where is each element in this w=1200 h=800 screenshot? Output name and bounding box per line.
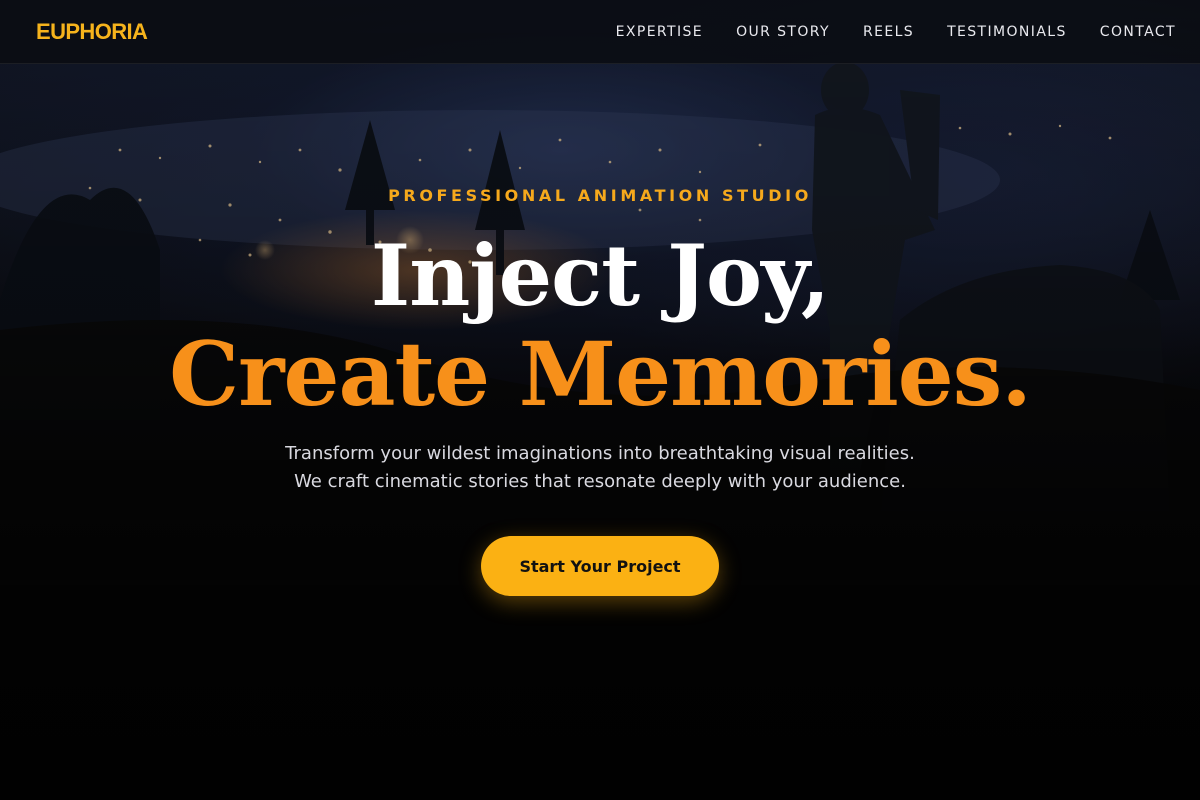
hero-subtext-line1: Transform your wildest imaginations into… — [285, 443, 915, 464]
nav-link-reels[interactable]: REELS — [863, 24, 914, 40]
nav-links: EXPERTISE OUR STORY REELS TESTIMONIALS C… — [616, 24, 1176, 40]
hero-subtext: Transform your wildest imaginations into… — [0, 440, 1200, 496]
hero-headline-line1: Inject Joy, — [370, 226, 830, 325]
nav-link-expertise[interactable]: EXPERTISE — [616, 24, 703, 40]
nav-link-our-story[interactable]: OUR STORY — [736, 24, 830, 40]
hero-section: PROFESSIONAL ANIMATION STUDIO Inject Joy… — [0, 0, 1200, 800]
hero-eyebrow: PROFESSIONAL ANIMATION STUDIO — [388, 186, 812, 205]
start-project-button[interactable]: Start Your Project — [481, 536, 719, 596]
nav-link-contact[interactable]: CONTACT — [1100, 24, 1176, 40]
navbar: EUPHORIA EXPERTISE OUR STORY REELS TESTI… — [0, 0, 1200, 64]
hero-headline-line2: Create Memories. — [169, 322, 1032, 426]
hero-subtext-line2: We craft cinematic stories that resonate… — [294, 471, 906, 492]
nav-link-testimonials[interactable]: TESTIMONIALS — [947, 24, 1067, 40]
brand-logo[interactable]: EUPHORIA — [36, 19, 148, 45]
